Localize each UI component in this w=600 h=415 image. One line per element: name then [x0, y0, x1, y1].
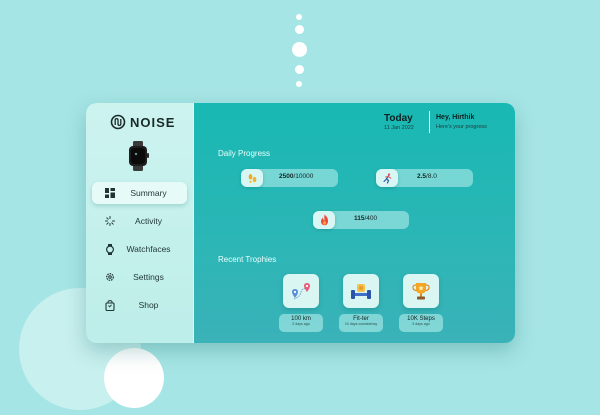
- sidebar-item-label: Shop: [138, 300, 159, 310]
- noise-logo-icon: [110, 114, 126, 130]
- trophy-card-10k-steps[interactable]: [403, 274, 439, 308]
- decor-dot: [295, 25, 304, 34]
- sidebar-item-summary[interactable]: Summary: [92, 182, 187, 204]
- sidebar-item-settings[interactable]: Settings: [92, 266, 187, 288]
- sidebar-item-label: Watchfaces: [126, 244, 171, 254]
- stat-steps-value: 2500: [279, 173, 294, 180]
- decor-dot: [296, 14, 302, 20]
- trophy-label-10k-steps: 10K Steps 3 days ago: [399, 314, 443, 332]
- trophy-icon: [412, 283, 430, 300]
- brand-logo: NOISE: [110, 114, 175, 130]
- trophy-subtitle: 3 days ago: [412, 322, 430, 326]
- sidebar-item-shop[interactable]: Shop: [92, 294, 187, 316]
- stat-steps-goal: /10000: [293, 173, 314, 180]
- recent-trophies-title: Recent Trophies: [218, 255, 277, 264]
- runner-icon: [376, 169, 398, 187]
- sidebar: NOISE Summary Activity Watchfaces Settin…: [86, 103, 194, 343]
- stat-steps[interactable]: 2500/10000: [241, 169, 338, 187]
- trophy-subtitle: 10 days consistency: [344, 322, 378, 326]
- greeting-subtitle: Here's your progress: [436, 124, 487, 130]
- decor-dot: [296, 81, 302, 87]
- sidebar-item-label: Settings: [133, 272, 164, 282]
- dumbbell-icon: [351, 284, 371, 299]
- trophy-label-fitter: Fit-ter 10 days consistency: [339, 314, 383, 332]
- sidebar-item-label: Activity: [135, 216, 162, 226]
- stat-calories[interactable]: 115/400: [313, 211, 409, 229]
- decor-dot: [295, 65, 304, 74]
- today-label: Today: [384, 113, 413, 124]
- stat-distance-value: 2.5: [417, 173, 427, 180]
- stat-distance-goal: /8.0: [426, 173, 437, 180]
- trophy-subtitle: 2 days ago: [292, 322, 310, 326]
- sidebar-nav: Summary Activity Watchfaces Settings Sho…: [86, 182, 193, 322]
- sidebar-item-watchfaces[interactable]: Watchfaces: [92, 238, 187, 260]
- decor-dot: [292, 42, 307, 57]
- smartwatch-image: [129, 141, 149, 171]
- trophy-card-fitter[interactable]: [343, 274, 379, 308]
- sidebar-item-label: Summary: [130, 188, 167, 198]
- decor-circle-small: [104, 348, 164, 408]
- trophy-card-100km[interactable]: [283, 274, 319, 308]
- header-divider: [429, 111, 430, 133]
- today-date: 11 Jan 2022: [384, 125, 414, 131]
- brand-name: NOISE: [130, 114, 176, 130]
- sidebar-item-activity[interactable]: Activity: [92, 210, 187, 232]
- flame-icon: [313, 211, 335, 229]
- stat-calories-value: 115: [354, 215, 365, 222]
- daily-progress-title: Daily Progress: [218, 149, 271, 158]
- stat-calories-goal: /400: [364, 215, 378, 222]
- footsteps-icon: [241, 169, 263, 187]
- trophy-label-100km: 100 km 2 days ago: [279, 314, 323, 332]
- stat-distance[interactable]: 2.5/8.0: [376, 169, 473, 187]
- map-pins-icon: [292, 283, 310, 300]
- app-window: NOISE Summary Activity Watchfaces Settin…: [86, 103, 515, 343]
- greeting: Hey, Hirthik: [436, 114, 475, 121]
